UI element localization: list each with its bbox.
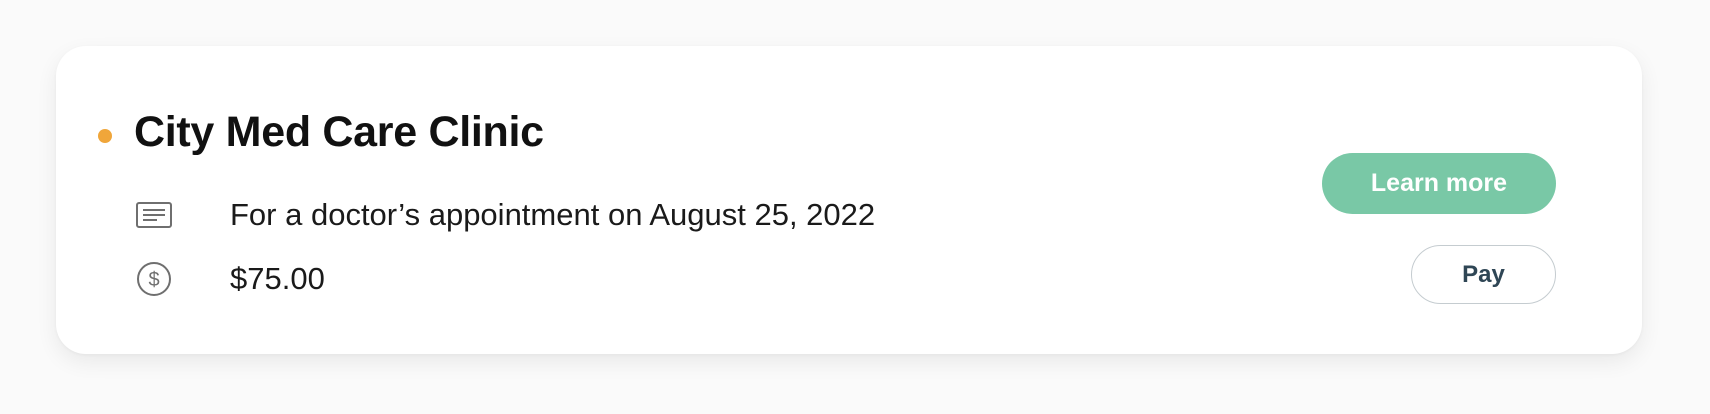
bill-card: City Med Care Clinic For a doctor’s appo… (56, 46, 1642, 354)
learn-more-button[interactable]: Learn more (1322, 153, 1556, 214)
document-lines-icon (134, 195, 174, 235)
svg-text:$: $ (148, 269, 159, 291)
bill-description: For a doctor’s appointment on August 25,… (230, 197, 876, 232)
status-dot (98, 129, 112, 143)
bill-amount: $75.00 (230, 261, 325, 296)
amount-row: $ $75.00 (134, 259, 325, 299)
description-row: For a doctor’s appointment on August 25,… (134, 195, 875, 235)
dollar-circle-icon: $ (134, 259, 174, 299)
pay-button[interactable]: Pay (1411, 245, 1556, 304)
provider-title: City Med Care Clinic (134, 108, 544, 156)
